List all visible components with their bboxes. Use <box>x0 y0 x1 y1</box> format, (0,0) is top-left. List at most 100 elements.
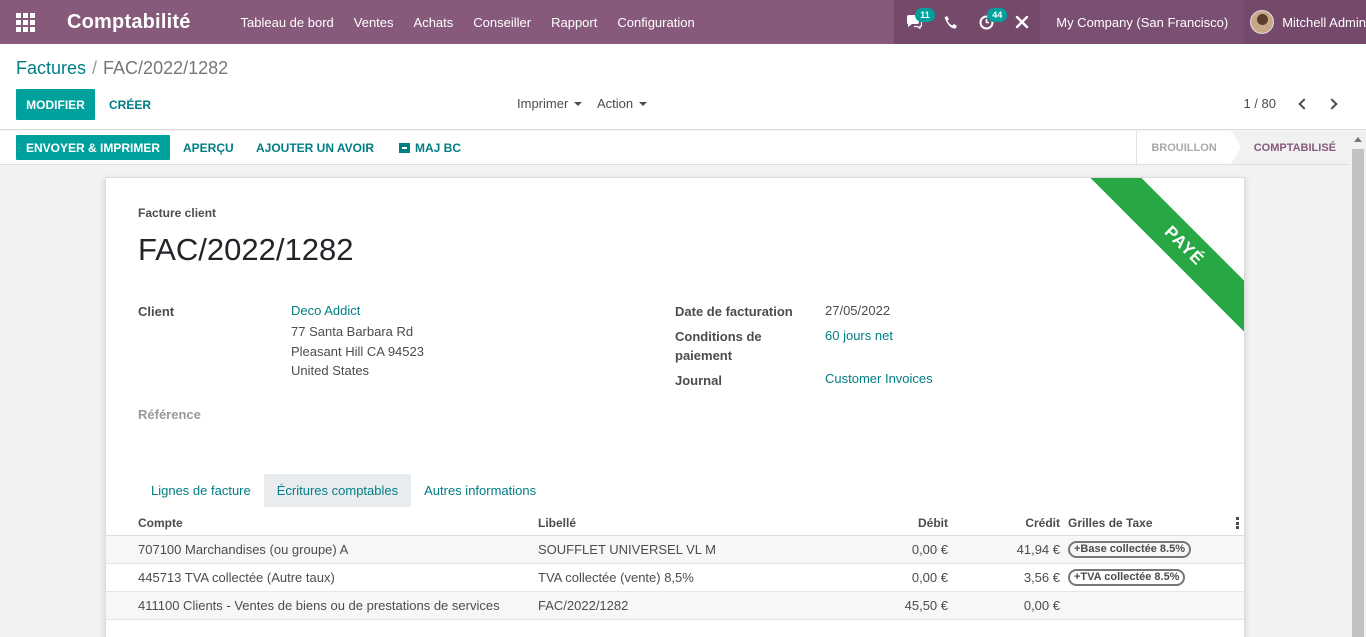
caret-down-icon <box>574 101 583 106</box>
control-panel: Factures / FAC/2022/1282 MODIFIER CRÉER Im… <box>0 44 1366 130</box>
client-label: Client <box>138 304 175 319</box>
tab-journal-items[interactable]: Écritures comptables <box>263 474 412 507</box>
preview-button[interactable]: APERÇU <box>183 135 234 160</box>
messages-button[interactable]: 11 <box>896 0 935 44</box>
cell-credit: 41,94 € <box>1016 542 1060 557</box>
journal-items-table: Compte Libellé Débit Crédit Grilles de T… <box>106 510 1244 620</box>
cell-label: FAC/2022/1282 <box>538 598 629 613</box>
cell-account: 411100 Clients - Ventes de biens ou de p… <box>138 598 500 613</box>
status-stages: BROUILLON COMPTABILISÉ <box>1136 131 1350 164</box>
table-row[interactable]: 445713 TVA collectée (Autre taux) TVA co… <box>106 564 1244 592</box>
tax-grid-tag: +Base collectée 8.5% <box>1068 541 1191 558</box>
user-menu[interactable]: Mitchell Admin <box>1244 0 1366 44</box>
form-statusbar: ENVOYER & IMPRIMER APERÇU AJOUTER UN AVO… <box>0 131 1366 165</box>
client-address-line-1: 77 Santa Barbara Rd <box>291 324 414 339</box>
payment-terms-label-line-2: paiement <box>675 348 733 363</box>
client-address-line-3: United States <box>291 363 370 378</box>
pager: 1 / 80 <box>1243 96 1346 111</box>
debug-tools-button[interactable] <box>1004 0 1040 44</box>
menu-item-advisor[interactable]: Conseiller <box>473 15 531 30</box>
tab-invoice-lines[interactable]: Lignes de facture <box>138 474 264 507</box>
table-header: Compte Libellé Débit Crédit Grilles de T… <box>106 510 1244 536</box>
optional-columns-kebab-icon[interactable] <box>1236 517 1239 529</box>
cell-label: TVA collectée (vente) 8,5% <box>538 570 694 585</box>
invoice-number-title: FAC/2022/1282 <box>138 232 354 267</box>
column-header-credit[interactable]: Crédit <box>948 516 1060 530</box>
invoice-date-label: Date de facturation <box>675 304 793 319</box>
menu-item-dashboard[interactable]: Tableau de bord <box>241 15 334 30</box>
chevron-right-icon[interactable] <box>1326 97 1338 110</box>
print-dropdown-label: Imprimer <box>517 96 569 111</box>
edit-button[interactable]: MODIFIER <box>16 89 95 120</box>
print-dropdown[interactable]: Imprimer <box>517 96 583 111</box>
send-and-print-button[interactable]: ENVOYER & IMPRIMER <box>16 135 170 160</box>
user-name: Mitchell Admin <box>1282 14 1366 30</box>
table-row[interactable]: 411100 Clients - Ventes de biens ou de p… <box>106 592 1244 620</box>
menu-item-configuration[interactable]: Configuration <box>617 15 694 30</box>
cell-debit: 0,00 € <box>911 570 948 585</box>
scroll-thumb[interactable] <box>1352 149 1364 637</box>
scroll-up-arrow-icon[interactable] <box>1354 137 1362 142</box>
column-header-tax-grids[interactable]: Grilles de Taxe <box>1060 516 1230 530</box>
payment-terms-label-line-1: Conditions de <box>675 329 762 344</box>
cell-credit: 0,00 € <box>1023 598 1060 613</box>
tax-grid-tag: +TVA collectée 8.5% <box>1068 569 1186 586</box>
payment-terms-label: Conditions de paiement <box>675 327 762 365</box>
app-title[interactable]: Comptabilité <box>67 11 191 34</box>
phone-icon <box>944 15 957 29</box>
pager-value[interactable]: 1 / 80 <box>1243 96 1276 111</box>
reference-label: Référence <box>138 407 201 422</box>
breadcrumb-separator: / <box>92 58 98 78</box>
payment-terms-link[interactable]: 60 jours net <box>825 326 893 346</box>
stage-draft[interactable]: BROUILLON <box>1136 131 1230 164</box>
caret-down-icon <box>639 101 648 106</box>
cell-debit: 0,00 € <box>911 542 948 557</box>
cell-label: SOUFFLET UNIVERSEL VL M <box>538 542 716 557</box>
menu-item-purchases[interactable]: Achats <box>414 15 454 30</box>
notebook-tabs: Lignes de facture Écritures comptables A… <box>138 474 549 507</box>
cell-tax-grids: +Base collectée 8.5% <box>1060 541 1230 558</box>
client-address-line-2: Pleasant Hill CA 94523 <box>291 344 424 359</box>
breadcrumb-current: FAC/2022/1282 <box>103 58 229 78</box>
column-header-debit[interactable]: Débit <box>788 516 948 530</box>
archive-icon <box>399 142 410 153</box>
invoice-date-value: 27/05/2022 <box>825 303 891 318</box>
cell-account: 445713 TVA collectée (Autre taux) <box>138 570 335 585</box>
cell-account: 707100 Marchandises (ou groupe) A <box>138 542 349 557</box>
action-dropdown-label: Action <box>597 96 634 111</box>
tools-icon <box>1016 15 1029 29</box>
navbar-systray: 11 44 My Company (San Francisco) Mitchel… <box>894 0 1366 44</box>
breadcrumb-invoices-link[interactable]: Factures <box>16 58 86 78</box>
company-switcher[interactable]: My Company (San Francisco) <box>1040 0 1245 44</box>
paid-ribbon: PAYÉ <box>1089 178 1244 341</box>
invoice-type-label: Facture client <box>138 206 217 220</box>
journal-link[interactable]: Customer Invoices <box>825 369 933 389</box>
cell-credit: 3,56 € <box>1023 570 1060 585</box>
cell-debit: 45,50 € <box>904 598 948 613</box>
breadcrumb: Factures / FAC/2022/1282 <box>16 58 228 79</box>
apps-menu-icon[interactable] <box>0 0 50 44</box>
cell-tax-grids: +TVA collectée 8.5% <box>1060 569 1230 586</box>
menu-item-sales[interactable]: Ventes <box>354 15 394 30</box>
column-header-account[interactable]: Compte <box>106 516 538 530</box>
top-navbar: Comptabilité Tableau de bord Ventes Acha… <box>0 0 1366 44</box>
add-credit-note-button[interactable]: AJOUTER UN AVOIR <box>256 135 374 160</box>
create-button[interactable]: CRÉER <box>109 89 151 120</box>
column-header-label[interactable]: Libellé <box>538 516 788 530</box>
action-dropdown[interactable]: Action <box>597 96 648 111</box>
menu-item-reporting[interactable]: Rapport <box>551 15 597 30</box>
update-po-label: MAJ BC <box>415 140 462 155</box>
journal-label: Journal <box>675 373 722 388</box>
chevron-left-icon[interactable] <box>1298 97 1310 110</box>
update-po-button[interactable]: MAJ BC <box>399 135 461 160</box>
client-name-link[interactable]: Deco Addict <box>291 301 360 321</box>
avatar <box>1250 10 1275 34</box>
phone-button[interactable] <box>932 0 968 44</box>
activities-button[interactable]: 44 <box>968 0 1008 44</box>
invoice-form-sheet: PAYÉ Facture client FAC/2022/1282 Client… <box>105 177 1245 637</box>
vertical-scrollbar[interactable] <box>1350 131 1366 637</box>
table-row[interactable]: 707100 Marchandises (ou groupe) A SOUFFL… <box>106 536 1244 564</box>
main-menu: Tableau de bord Ventes Achats Conseiller… <box>241 15 715 30</box>
tab-other-info[interactable]: Autres informations <box>411 474 549 507</box>
stage-posted[interactable]: COMPTABILISÉ <box>1230 131 1350 164</box>
